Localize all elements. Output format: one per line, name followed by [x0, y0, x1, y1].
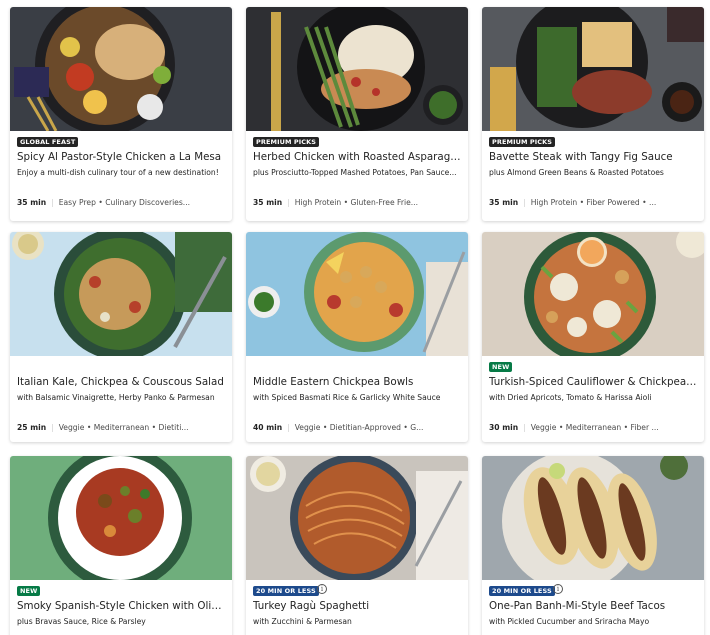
recipe-meta: 25 min | Veggie • Mediterranean • Dietiti.…: [17, 423, 226, 433]
meta-divider: |: [287, 198, 290, 207]
recipe-card[interactable]: PREMIUM PICKS Herbed Chicken with Roaste…: [246, 7, 468, 221]
recipe-meta: 35 min | High Protein • Gluten-Free Frie..…: [253, 198, 462, 208]
recipe-title[interactable]: Italian Kale, Chickpea & Couscous Salad: [17, 376, 226, 389]
recipe-subtitle: plus Almond Green Beans & Roasted Potato…: [489, 168, 664, 177]
recipe-badge: PREMIUM PICKS: [489, 137, 556, 147]
recipe-title[interactable]: Bavette Steak with Tangy Fig Sauce: [489, 151, 698, 164]
recipe-subtitle: with Pickled Cucumber and Sriracha Mayo: [489, 617, 650, 626]
recipe-subtitle: with Dried Apricots, Tomato & Harissa Ai…: [489, 393, 652, 402]
recipe-title[interactable]: Middle Eastern Chickpea Bowls: [253, 376, 462, 389]
recipe-title[interactable]: Spicy Al Pastor-Style Chicken a La Mesa: [17, 151, 226, 164]
recipe-tags: Veggie • Mediterranean • Fiber ...: [530, 423, 659, 432]
recipe-tags: Veggie • Mediterranean • Dietiti...: [58, 423, 189, 432]
recipe-time: 35 min: [489, 198, 519, 207]
meta-divider: |: [51, 198, 54, 207]
recipe-badge: NEW: [17, 586, 41, 596]
recipe-subtitle: plus Bravas Sauce, Rice & Parsley: [17, 617, 146, 626]
recipe-card[interactable]: Italian Kale, Chickpea & Couscous Salad …: [10, 232, 232, 442]
recipe-image[interactable]: [246, 7, 468, 131]
recipe-title[interactable]: One-Pan Banh-Mi-Style Beef Tacos: [489, 600, 698, 613]
meta-divider: |: [523, 198, 526, 207]
recipe-image[interactable]: [482, 456, 704, 580]
recipe-card[interactable]: NEW Smoky Spanish-Style Chicken with Oli…: [10, 456, 232, 635]
recipe-card[interactable]: 20 MIN OR LESS i Turkey Ragù Spaghetti w…: [246, 456, 468, 635]
recipe-meta: 35 min | High Protein • Fiber Powered • ..…: [489, 198, 698, 208]
recipe-meta: 40 min | Veggie • Dietitian-Approved • G..…: [253, 423, 462, 433]
meta-divider: |: [287, 423, 290, 432]
recipe-subtitle: with Zucchini & Parmesan: [253, 617, 352, 626]
recipe-image[interactable]: [246, 456, 468, 580]
recipe-meta: 30 min | Veggie • Mediterranean • Fiber ..…: [489, 423, 698, 433]
recipe-badge: 20 MIN OR LESS: [253, 586, 319, 596]
recipe-image[interactable]: [482, 7, 704, 131]
recipe-time: 40 min: [253, 423, 283, 432]
meta-divider: |: [51, 423, 54, 432]
recipe-subtitle: with Balsamic Vinaigrette, Herby Panko &…: [17, 393, 215, 402]
recipe-time: 35 min: [17, 198, 47, 207]
recipe-image[interactable]: [10, 232, 232, 356]
recipe-badge: PREMIUM PICKS: [253, 137, 320, 147]
recipe-badge: GLOBAL FEAST: [17, 137, 79, 147]
recipe-title[interactable]: Herbed Chicken with Roasted Asparagus: [253, 151, 462, 164]
recipe-time: 25 min: [17, 423, 47, 432]
recipe-subtitle: with Spiced Basmati Rice & Garlicky Whit…: [253, 393, 441, 402]
recipe-image[interactable]: [10, 456, 232, 580]
recipe-image[interactable]: [246, 232, 468, 356]
recipe-tags: Veggie • Dietitian-Approved • G...: [294, 423, 424, 432]
recipe-subtitle: Enjoy a multi-dish culinary tour of a ne…: [17, 168, 219, 177]
recipe-card[interactable]: 20 MIN OR LESS i One-Pan Banh-Mi-Style B…: [482, 456, 704, 635]
meta-divider: |: [523, 423, 526, 432]
info-icon[interactable]: i: [317, 584, 327, 594]
recipe-subtitle: plus Prosciutto-Topped Mashed Potatoes, …: [253, 168, 457, 177]
info-icon[interactable]: i: [553, 584, 563, 594]
recipe-time: 35 min: [253, 198, 283, 207]
recipe-title[interactable]: Turkey Ragù Spaghetti: [253, 600, 462, 613]
recipe-tags: Easy Prep • Culinary Discoveries...: [58, 198, 191, 207]
recipe-badge: NEW: [489, 362, 513, 372]
recipe-card[interactable]: GLOBAL FEAST Spicy Al Pastor-Style Chick…: [10, 7, 232, 221]
recipe-meta: 35 min | Easy Prep • Culinary Discoveries.…: [17, 198, 226, 208]
recipe-time: 30 min: [489, 423, 519, 432]
recipe-image[interactable]: [482, 232, 704, 356]
recipe-tags: High Protein • Fiber Powered • ...: [530, 198, 657, 207]
recipe-card[interactable]: Middle Eastern Chickpea Bowls with Spice…: [246, 232, 468, 442]
recipe-image[interactable]: [10, 7, 232, 131]
recipe-tags: High Protein • Gluten-Free Frie...: [294, 198, 418, 207]
recipe-title[interactable]: Turkish-Spiced Cauliflower & Chickpea ..…: [489, 376, 698, 389]
recipe-title[interactable]: Smoky Spanish-Style Chicken with Oliv...: [17, 600, 226, 613]
recipe-card[interactable]: NEW Turkish-Spiced Cauliflower & Chickpe…: [482, 232, 704, 442]
recipe-badge: 20 MIN OR LESS: [489, 586, 555, 596]
recipe-card[interactable]: PREMIUM PICKS Bavette Steak with Tangy F…: [482, 7, 704, 221]
